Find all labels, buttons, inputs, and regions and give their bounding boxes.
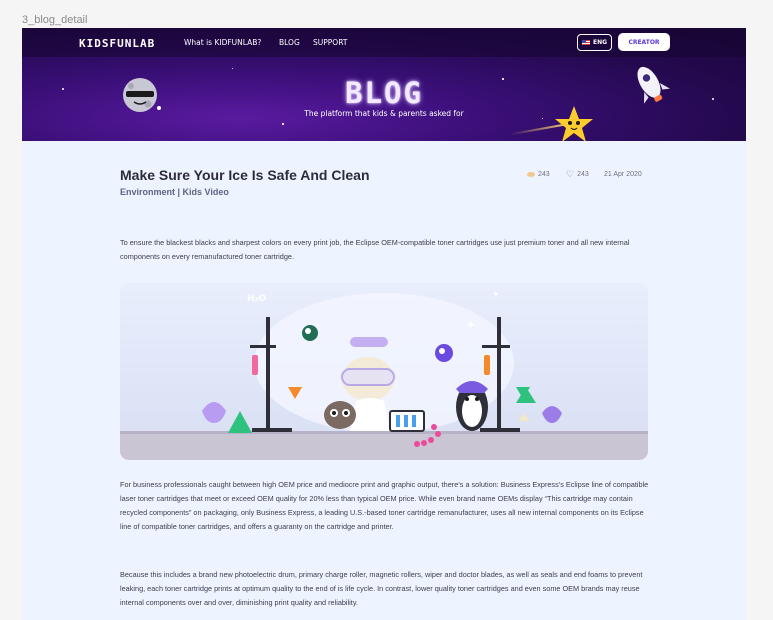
article-category[interactable]: Environment | Kids Video: [120, 187, 229, 197]
nav-link-blog[interactable]: BLOG: [279, 38, 300, 47]
rocket-icon: [637, 66, 670, 104]
article-date-value: 21 Apr 2020: [604, 171, 642, 178]
blog-detail-page: KIDSFUNLAB What is KIDFUNLAB? BLOG SUPPO…: [22, 28, 746, 620]
star-dot: [232, 68, 233, 69]
star-dot: [282, 123, 284, 125]
article-illustration: H₂O ✦ ✦: [120, 283, 648, 460]
article-title: Make Sure Your Ice Is Safe And Clean: [120, 167, 370, 183]
hero-banner: KIDSFUNLAB What is KIDFUNLAB? BLOG SUPPO…: [22, 28, 746, 141]
frame-label: 3_blog_detail: [22, 14, 88, 26]
creator-button[interactable]: CREATOR: [618, 33, 670, 51]
eye-icon: [527, 172, 535, 177]
article-intro: To ensure the blackest blacks and sharpe…: [120, 238, 630, 261]
nav-link-about[interactable]: What is KIDFUNLAB?: [184, 38, 261, 47]
star-character-icon: [555, 106, 593, 141]
hero-subtitle: The platform that kids & parents asked f…: [304, 109, 464, 118]
like-count[interactable]: ♡ 243: [566, 169, 589, 179]
svg-text:✦: ✦: [466, 318, 476, 332]
navbar: KIDSFUNLAB What is KIDFUNLAB? BLOG SUPPO…: [22, 28, 746, 57]
like-count-value: 243: [577, 171, 589, 178]
star-dot: [542, 118, 543, 119]
site-logo[interactable]: KIDSFUNLAB: [79, 37, 155, 50]
view-count: 243: [527, 171, 550, 178]
view-count-value: 243: [538, 171, 550, 178]
svg-text:✦: ✦: [492, 290, 500, 300]
language-button[interactable]: ENG: [577, 34, 612, 51]
article-date: 21 Apr 2020: [604, 171, 642, 178]
article-body-paragraph-1: For business professionals caught betwee…: [120, 480, 649, 531]
language-label: ENG: [592, 39, 608, 46]
heart-icon: ♡: [566, 169, 575, 179]
svg-text:H₂O: H₂O: [247, 294, 266, 304]
article-body-paragraph-2: Because this includes a brand new photoe…: [120, 570, 643, 607]
nav-link-support[interactable]: SUPPORT: [313, 38, 347, 47]
us-flag-icon: [581, 40, 590, 45]
lab-scene-illustration: H₂O ✦ ✦: [120, 290, 648, 460]
